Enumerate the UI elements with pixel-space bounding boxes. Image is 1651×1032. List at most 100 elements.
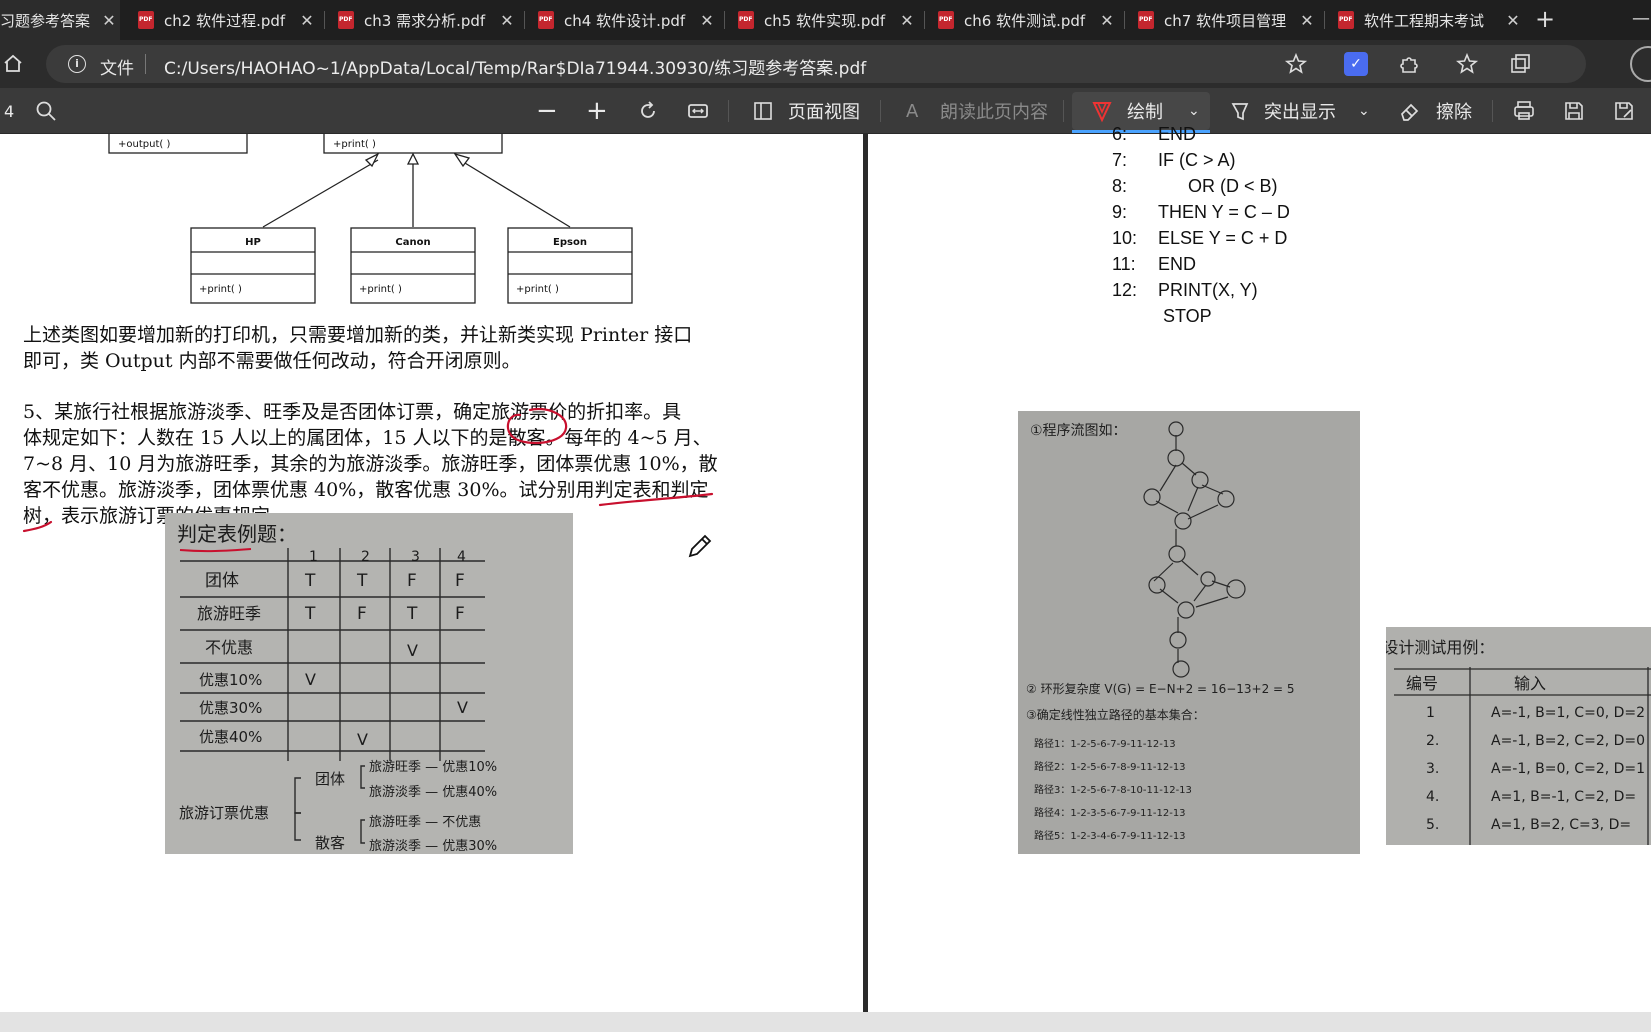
svg-text:F: F [455, 604, 465, 624]
svg-text:F: F [357, 604, 367, 624]
new-tab-button[interactable]: + [1531, 6, 1559, 34]
svg-text:V: V [305, 670, 316, 689]
rotate-icon[interactable] [636, 99, 660, 123]
header-input: 输入 [1514, 674, 1546, 693]
code-line: IF (C > A) [1158, 150, 1236, 170]
flow-graph-photo: ①程序流图如： ② 环形复杂度 V(G) = E−N+2 = 16−13+2 =… [1018, 411, 1360, 854]
decision-table-photo: 判定表例题： 1 2 3 4 团体 T T F F 旅游旺季 T F T F 不… [165, 513, 573, 854]
tab-软件工程期末考试[interactable]: 软件工程期末考试 ✕ [1328, 0, 1524, 40]
tab-ch5[interactable]: ch5 软件实现.pdf ✕ [728, 0, 918, 40]
extension-icon[interactable]: ✓ [1344, 52, 1368, 76]
svg-text:F: F [407, 571, 417, 591]
favorites-icon[interactable] [1456, 52, 1480, 76]
minimize-icon[interactable]: — [1632, 8, 1651, 29]
tab-ch6[interactable]: ch6 软件测试.pdf ✕ [928, 0, 1118, 40]
close-icon[interactable]: ✕ [1502, 11, 1524, 30]
save-icon[interactable] [1562, 99, 1586, 123]
zoom-out-icon[interactable]: − [536, 88, 558, 134]
tab-ch4[interactable]: ch4 软件设计.pdf ✕ [528, 0, 718, 40]
svg-text:V: V [457, 698, 468, 717]
tab-label: ch7 软件项目管理 [1164, 11, 1287, 30]
tab-ch7[interactable]: ch7 软件项目管理 ✕ [1128, 0, 1318, 40]
page-number[interactable]: 4 [4, 88, 14, 134]
svg-text:4.: 4. [1426, 789, 1439, 805]
pdf-file-icon [738, 11, 754, 29]
pencil-cursor-icon [688, 534, 712, 558]
zoom-in-icon[interactable]: + [586, 88, 608, 134]
draw-pen-icon[interactable] [1090, 99, 1114, 123]
pseudocode-block: 6: END 7: IF (C > A) 8: OR (D < B) 9: TH… [1112, 124, 1412, 354]
decision-title: 判定表例题： [177, 522, 297, 546]
eraser-icon[interactable] [1398, 99, 1422, 123]
code-line: THEN Y = C – D [1158, 202, 1290, 222]
close-icon[interactable]: ✕ [1296, 11, 1318, 30]
page-view-icon [754, 102, 772, 120]
horizontal-scrollbar[interactable] [0, 1012, 1651, 1032]
col-3: 3 [411, 549, 420, 565]
print-icon[interactable] [1512, 99, 1536, 123]
row-label: 旅游旺季 [197, 604, 261, 623]
path-5: 路径5：1-2-3-4-6-7-9-11-12-13 [1034, 829, 1186, 842]
code-line: ELSE Y = C + D [1158, 228, 1288, 248]
line-number: 7: [1112, 150, 1128, 170]
tree-g-off: 旅游淡季 — 优惠40% [369, 785, 497, 800]
svg-text:A=1, B=-1, C=2, D=: A=1, B=-1, C=2, D= [1491, 789, 1636, 805]
address-bar: i 文件 C:/Users/HAOHAO~1/AppData/Local/Tem… [0, 40, 1651, 88]
close-icon[interactable]: ✕ [696, 11, 718, 30]
testcase-title: ④设计测试用例： [1386, 638, 1494, 657]
paths-title: ③确定线性独立路径的基本集合： [1026, 707, 1205, 722]
highlight-icon[interactable] [1228, 99, 1252, 123]
url-text[interactable]: C:/Users/HAOHAO~1/AppData/Local/Temp/Rar… [164, 54, 866, 79]
svg-text:A=-1, B=0, C=2, D=1: A=-1, B=0, C=2, D=1 [1491, 761, 1645, 777]
collections-icon[interactable] [1508, 52, 1532, 76]
path-3: 路径3：1-2-5-6-7-8-10-11-12-13 [1034, 783, 1192, 796]
path-4: 路径4：1-2-3-5-6-7-9-11-12-13 [1034, 806, 1186, 819]
tab-ch2[interactable]: ch2 软件过程.pdf ✕ [128, 0, 318, 40]
row-label: 不优惠 [205, 638, 253, 657]
favorite-add-icon[interactable] [1284, 52, 1308, 76]
close-icon[interactable]: ✕ [98, 11, 120, 30]
tab-label: 软件工程期末考试 [1364, 11, 1485, 30]
row-label: 优惠40% [199, 728, 262, 746]
erase-button[interactable]: 擦除 [1436, 88, 1472, 134]
line-number: 11: [1112, 254, 1136, 274]
fit-width-icon[interactable] [686, 99, 710, 123]
col-2: 2 [361, 549, 370, 565]
search-icon[interactable] [34, 99, 58, 123]
svg-text:T: T [406, 604, 418, 624]
tab-ch3[interactable]: ch3 需求分析.pdf ✕ [328, 0, 518, 40]
ink-underline-树 [22, 520, 53, 533]
puzzle-icon[interactable] [1397, 52, 1421, 76]
home-icon[interactable] [2, 52, 24, 74]
close-icon[interactable]: ✕ [896, 11, 918, 30]
page-view-button[interactable]: 页面视图 [788, 88, 860, 134]
test-case-photo: ④设计测试用例： 编号 输入 1 A=-1, B=1, C=0, D=2 2. … [1386, 627, 1651, 845]
ink-circle-散客 [506, 407, 568, 445]
row-label: 团体 [205, 571, 239, 591]
tab-label: ch2 软件过程.pdf [164, 11, 286, 30]
tree-i-peak: 旅游旺季 — 不优惠 [369, 815, 481, 830]
code-line: STOP [1158, 306, 1212, 326]
svg-text:A=1, B=2, C=3, D=: A=1, B=2, C=3, D= [1491, 817, 1631, 833]
col-1: 1 [309, 549, 318, 565]
code-line: END [1158, 124, 1197, 144]
svg-text:3.: 3. [1426, 761, 1439, 777]
pdf-viewer[interactable]: +output( ) +print( ) HP +print( ) Canon … [0, 124, 1651, 1032]
tab-练习题参考答案[interactable]: 习题参考答案 ✕ [0, 0, 120, 40]
tree-group: 团体 [315, 770, 345, 788]
tab-label: ch3 需求分析.pdf [364, 11, 486, 30]
profile-avatar[interactable] [1630, 46, 1651, 82]
row-label: 优惠30% [199, 699, 262, 717]
save-as-icon[interactable] [1612, 99, 1636, 123]
close-icon[interactable]: ✕ [296, 11, 318, 30]
close-icon[interactable]: ✕ [496, 11, 518, 30]
pdf-file-icon [938, 11, 954, 29]
svg-text:2.: 2. [1426, 733, 1439, 749]
read-aloud-button[interactable]: 朗读此页内容 [940, 88, 1048, 134]
svg-text:A=-1, B=2, C=2, D=0: A=-1, B=2, C=2, D=0 [1491, 733, 1645, 749]
tree-i-off: 旅游淡季 — 优惠30% [369, 839, 497, 854]
site-label: 文件 [100, 59, 134, 79]
close-icon[interactable]: ✕ [1096, 11, 1118, 30]
info-icon[interactable]: i [68, 55, 86, 73]
svg-text:1: 1 [1426, 705, 1435, 721]
